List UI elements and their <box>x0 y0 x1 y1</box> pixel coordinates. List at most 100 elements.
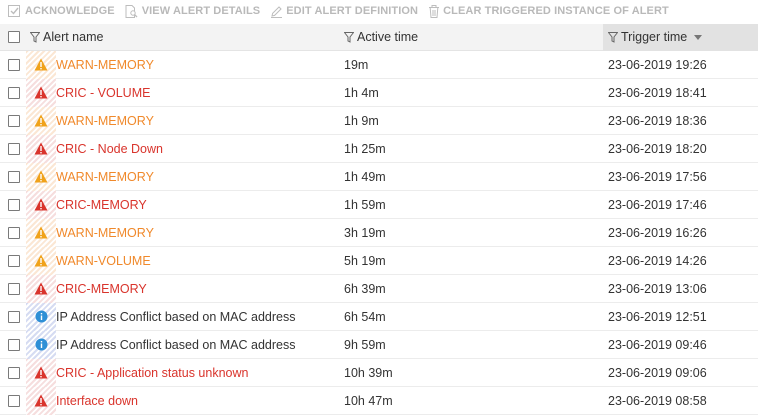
row-checkbox[interactable] <box>8 366 20 379</box>
alert-name[interactable]: IP Address Conflict based on MAC address <box>56 338 337 352</box>
alert-name[interactable]: CRIC-MEMORY <box>56 198 337 212</box>
table-row[interactable]: WARN-MEMORY 3h 19m 23-06-2019 16:26 <box>0 218 758 247</box>
row-checkbox[interactable] <box>8 254 20 267</box>
active-time: 6h 39m <box>344 281 386 296</box>
alert-name[interactable]: CRIC-MEMORY <box>56 282 337 296</box>
critical-alert-icon <box>34 198 48 211</box>
table-row[interactable]: CRIC - Node Down 1h 25m 23-06-2019 18:20 <box>0 134 758 163</box>
row-checkbox[interactable] <box>8 394 20 407</box>
row-select-cell <box>0 198 26 211</box>
row-select-cell <box>0 310 26 323</box>
trigger-time: 23-06-2019 18:41 <box>608 85 707 100</box>
alert-name[interactable]: WARN-VOLUME <box>56 254 337 268</box>
severity-cell <box>26 302 56 331</box>
alert-name[interactable]: CRIC - Application status unknown <box>56 366 337 380</box>
alert-name[interactable]: WARN-MEMORY <box>56 114 337 128</box>
trigger-time-column-header[interactable]: Trigger time <box>603 23 758 51</box>
row-checkbox[interactable] <box>8 170 20 183</box>
table-row[interactable]: Interface down 10h 47m 23-06-2019 08:58 <box>0 386 758 415</box>
active-time-column-header[interactable]: Active time <box>337 30 603 44</box>
severity-cell <box>26 274 56 303</box>
row-checkbox[interactable] <box>8 226 20 239</box>
table-body: WARN-MEMORY 19m 23-06-2019 19:26 CRIC - VOL… <box>0 50 758 415</box>
row-checkbox[interactable] <box>8 114 20 127</box>
severity-cell <box>26 78 56 107</box>
trigger-time: 23-06-2019 09:06 <box>608 365 707 380</box>
table-row[interactable]: WARN-MEMORY 1h 49m 23-06-2019 17:56 <box>0 162 758 191</box>
active-time: 19m <box>344 57 369 72</box>
clear-triggered-instance-button[interactable]: CLEAR TRIGGERED INSTANCE OF ALERT <box>428 4 669 18</box>
active-time-header-label: Active time <box>357 30 419 44</box>
table-row[interactable]: IP Address Conflict based on MAC address… <box>0 330 758 359</box>
row-checkbox[interactable] <box>8 310 20 323</box>
row-checkbox[interactable] <box>8 58 20 71</box>
severity-cell <box>26 330 56 359</box>
alert-name[interactable]: CRIC - VOLUME <box>56 86 337 100</box>
select-all-checkbox[interactable] <box>8 31 20 43</box>
table-row[interactable]: CRIC - VOLUME 1h 4m 23-06-2019 18:41 <box>0 78 758 107</box>
pencil-icon <box>271 5 283 18</box>
alert-name[interactable]: WARN-MEMORY <box>56 226 337 240</box>
row-select-cell <box>0 254 26 267</box>
filter-icon[interactable] <box>344 31 354 43</box>
warning-alert-icon <box>34 58 48 71</box>
edit-alert-definition-label: EDIT ALERT DEFINITION <box>286 5 419 17</box>
severity-cell <box>26 246 56 275</box>
severity-cell <box>26 190 56 219</box>
trigger-time: 23-06-2019 09:46 <box>608 337 707 352</box>
row-select-cell <box>0 338 26 351</box>
severity-cell <box>26 162 56 191</box>
row-select-cell <box>0 282 26 295</box>
alert-name[interactable]: CRIC - Node Down <box>56 142 337 156</box>
row-select-cell <box>0 114 26 127</box>
trigger-time: 23-06-2019 13:06 <box>608 281 707 296</box>
filter-icon[interactable] <box>608 31 618 43</box>
sort-descending-icon[interactable] <box>694 34 703 40</box>
row-checkbox[interactable] <box>8 338 20 351</box>
table-row[interactable]: CRIC - Application status unknown 10h 39m… <box>0 358 758 387</box>
table-row[interactable]: WARN-MEMORY 1h 9m 23-06-2019 18:36 <box>0 106 758 135</box>
alert-name[interactable]: WARN-MEMORY <box>56 170 337 184</box>
view-alert-details-label: VIEW ALERT DETAILS <box>141 5 261 17</box>
table-row[interactable]: IP Address Conflict based on MAC address… <box>0 302 758 331</box>
row-checkbox[interactable] <box>8 142 20 155</box>
severity-cell <box>26 106 56 135</box>
row-checkbox[interactable] <box>8 282 20 295</box>
table-row[interactable]: CRIC-MEMORY 1h 59m 23-06-2019 17:46 <box>0 190 758 219</box>
active-time: 10h 47m <box>344 393 393 408</box>
alert-toolbar: ACKNOWLEDGE VIEW ALERT DETAILS EDIT ALER… <box>0 0 758 22</box>
critical-alert-icon <box>34 282 48 295</box>
table-row[interactable]: WARN-VOLUME 5h 19m 23-06-2019 14:26 <box>0 246 758 275</box>
row-select-cell <box>0 394 26 407</box>
acknowledge-button[interactable]: ACKNOWLEDGE <box>8 5 115 17</box>
select-all-cell <box>0 31 26 43</box>
edit-alert-definition-button[interactable]: EDIT ALERT DEFINITION <box>270 5 418 18</box>
warning-alert-icon <box>34 170 48 183</box>
view-alert-details-button[interactable]: VIEW ALERT DETAILS <box>125 4 261 18</box>
info-alert-icon <box>35 310 48 323</box>
severity-cell <box>26 134 56 163</box>
alert-name[interactable]: Interface down <box>56 394 337 408</box>
warning-alert-icon <box>34 254 48 267</box>
row-checkbox[interactable] <box>8 86 20 99</box>
info-alert-icon <box>35 338 48 351</box>
document-search-icon <box>125 4 138 18</box>
critical-alert-icon <box>34 366 48 379</box>
severity-cell <box>26 358 56 387</box>
trigger-time: 23-06-2019 14:26 <box>608 253 707 268</box>
alerts-table: Alert name Active time Trigger time WARN… <box>0 23 758 415</box>
table-row[interactable]: WARN-MEMORY 19m 23-06-2019 19:26 <box>0 50 758 79</box>
alert-name[interactable]: IP Address Conflict based on MAC address <box>56 310 337 324</box>
trigger-time: 23-06-2019 08:58 <box>608 393 707 408</box>
row-checkbox[interactable] <box>8 198 20 211</box>
active-time: 1h 49m <box>344 169 386 184</box>
severity-cell <box>26 386 56 415</box>
trigger-time: 23-06-2019 18:36 <box>608 113 707 128</box>
alert-name-column-header[interactable]: Alert name <box>26 30 337 44</box>
critical-alert-icon <box>34 394 48 407</box>
trigger-time: 23-06-2019 17:46 <box>608 197 707 212</box>
alert-name[interactable]: WARN-MEMORY <box>56 58 337 72</box>
filter-icon[interactable] <box>30 31 40 43</box>
table-row[interactable]: CRIC-MEMORY 6h 39m 23-06-2019 13:06 <box>0 274 758 303</box>
row-select-cell <box>0 86 26 99</box>
